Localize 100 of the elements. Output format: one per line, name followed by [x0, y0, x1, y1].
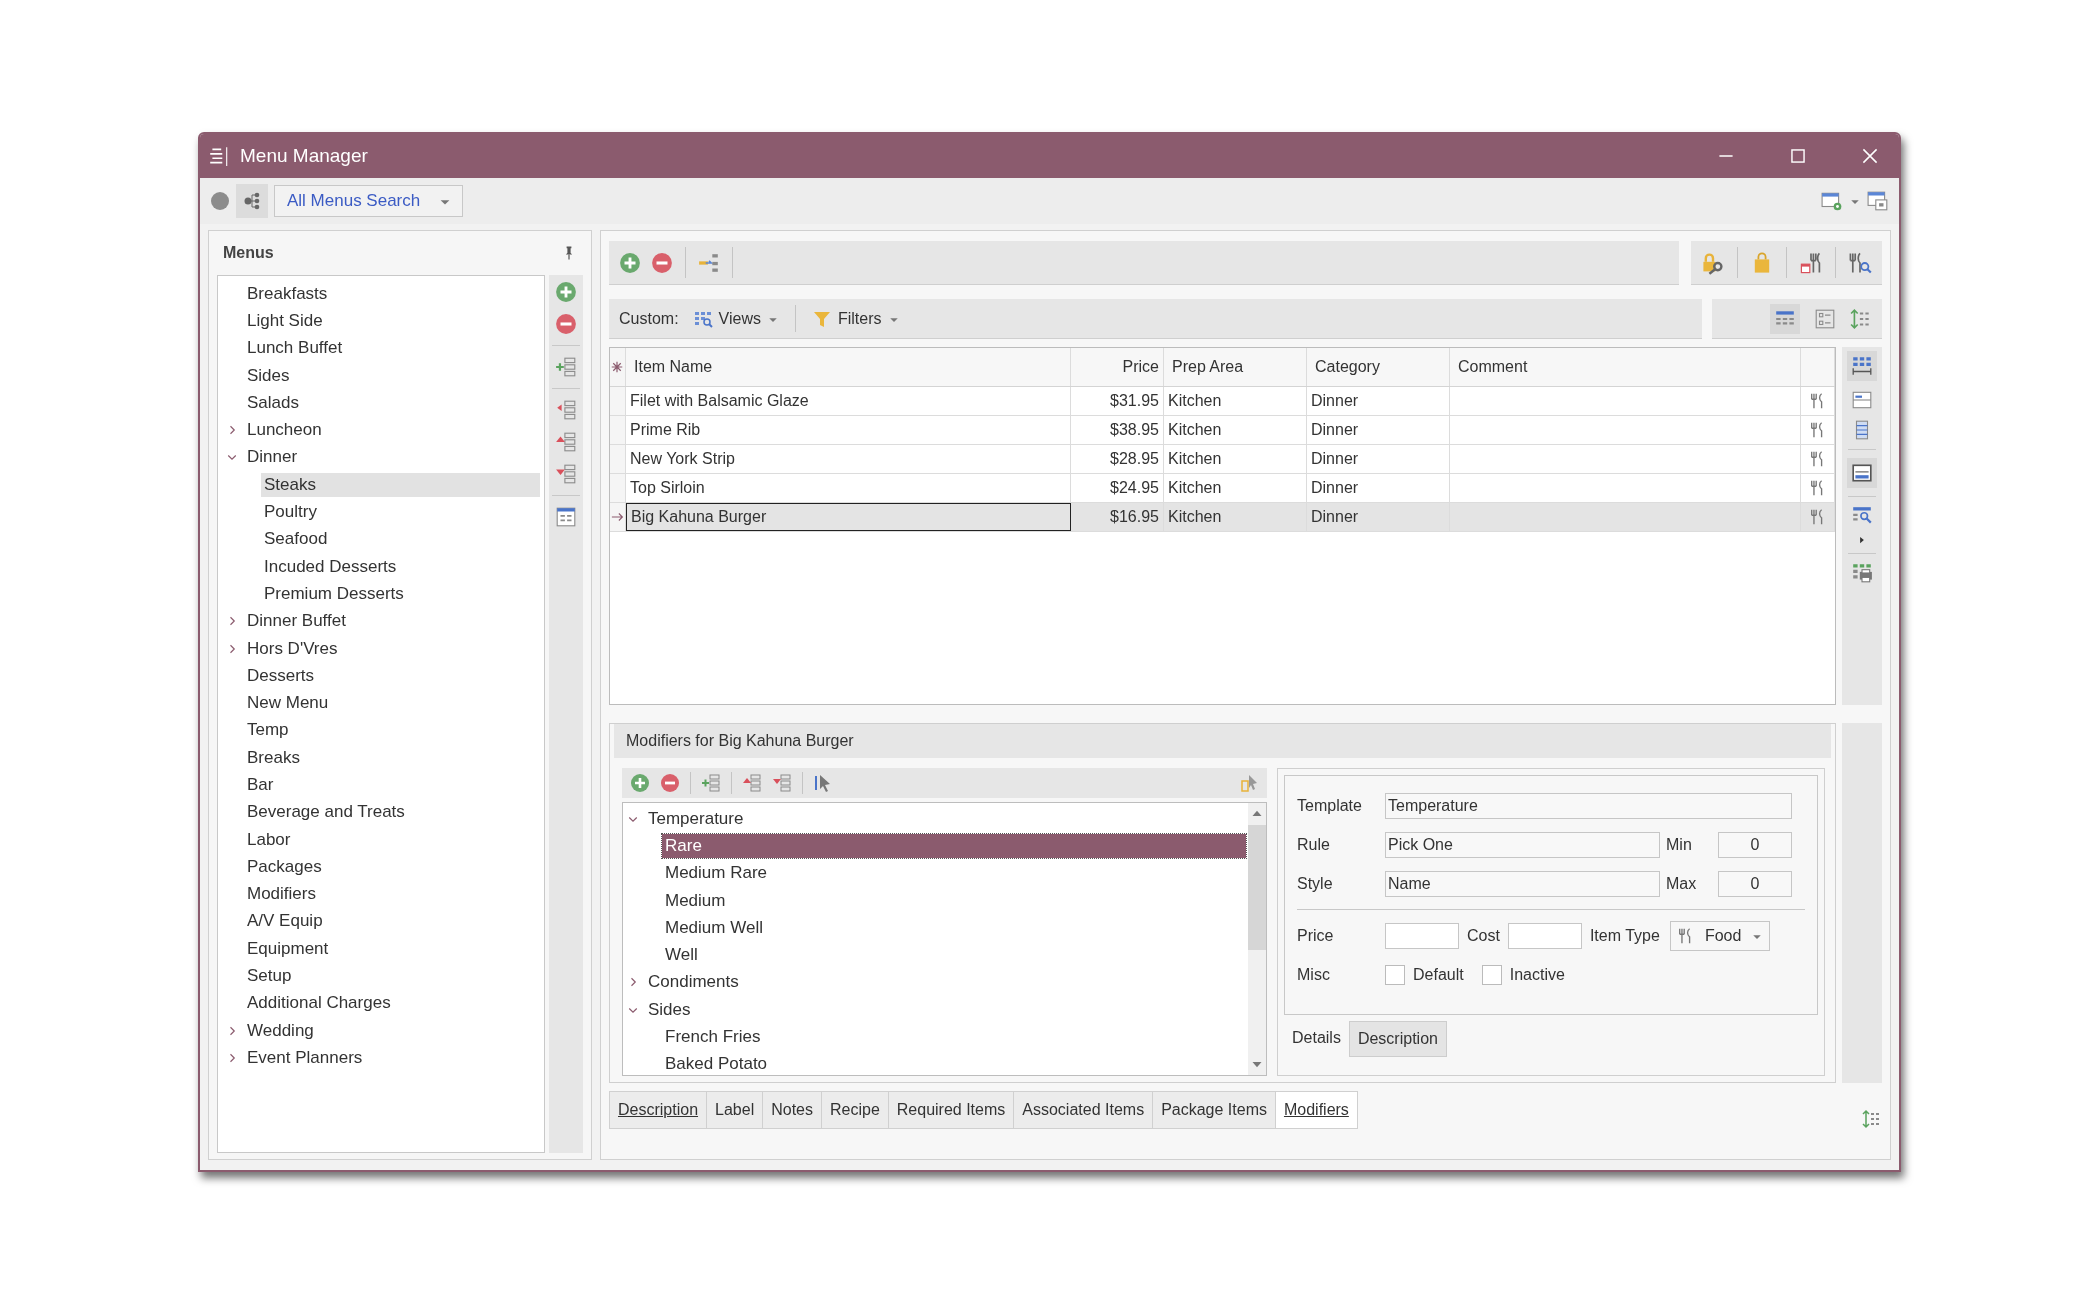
list-view-icon[interactable] — [1814, 307, 1836, 330]
menu-tree-item[interactable]: Incuded Desserts — [261, 554, 400, 579]
sort-pointer-icon[interactable] — [1239, 773, 1259, 793]
modifier-tree-item[interactable]: Baked Potato — [662, 1052, 771, 1075]
menu-tree-item[interactable]: Modifiers — [244, 882, 319, 907]
menu-tree-item[interactable]: Dinner — [244, 445, 301, 470]
menu-tree-item[interactable]: Equipment — [244, 936, 332, 961]
modifier-tree-item[interactable]: French Fries — [662, 1025, 764, 1049]
remove-icon[interactable] — [651, 251, 673, 274]
filters-button[interactable]: Filters — [807, 306, 904, 331]
remove-icon[interactable] — [660, 773, 680, 793]
tab[interactable]: Recipe — [822, 1091, 889, 1129]
style-field[interactable]: Name — [1385, 870, 1660, 897]
modifier-tree-item[interactable]: Rare — [662, 833, 1246, 858]
menu-tree-item[interactable]: Beverage and Treats — [244, 800, 408, 825]
sort-icon[interactable] — [1862, 1109, 1882, 1129]
max-field[interactable]: 0 — [1718, 870, 1792, 897]
modifier-tree-item[interactable]: Medium Well — [662, 915, 766, 940]
cost-field[interactable] — [1507, 922, 1582, 949]
menu-tree-item[interactable]: Dinner Buffet — [244, 609, 349, 634]
tab[interactable]: Description — [609, 1091, 708, 1129]
add-row-icon[interactable] — [701, 773, 721, 793]
window-layout-icon[interactable] — [1867, 190, 1889, 212]
grid-row[interactable]: New York Strip $28.95 Kitchen Dinner — [610, 445, 1835, 474]
menu-tree-item[interactable]: Breakfasts — [244, 281, 331, 306]
menu-tree-item[interactable]: Labor — [244, 827, 294, 852]
rule-field[interactable]: Pick One — [1385, 831, 1660, 858]
menu-tree-item[interactable]: Desserts — [244, 663, 318, 688]
menu-tree-item[interactable]: Breaks — [244, 745, 303, 770]
menu-icon[interactable] — [208, 145, 230, 167]
column-header[interactable]: Price — [1071, 348, 1164, 386]
tab[interactable]: Modifiers — [1275, 1091, 1358, 1129]
menu-tree-item[interactable]: Bar — [244, 773, 277, 797]
move-up-icon[interactable] — [555, 431, 577, 453]
template-field[interactable]: Temperature — [1385, 792, 1792, 819]
search-dropdown[interactable]: All Menus Search — [274, 185, 464, 217]
menu-tree-item[interactable]: Steaks — [261, 472, 540, 497]
modifier-tree-item[interactable]: Medium — [662, 888, 729, 913]
menu-tree-item[interactable]: Sides — [244, 363, 293, 388]
modifier-tree-item[interactable]: Condiments — [645, 970, 742, 995]
menu-tree-item[interactable]: Wedding — [244, 1018, 317, 1043]
column-header[interactable]: Category — [1307, 348, 1450, 386]
tab[interactable]: Required Items — [888, 1091, 1015, 1129]
checkbox[interactable] — [1385, 964, 1405, 985]
add-icon[interactable] — [619, 251, 641, 274]
menu-tree-item[interactable]: Lunch Buffet — [244, 336, 346, 361]
link-tree-icon[interactable] — [698, 251, 720, 274]
remove-icon[interactable] — [555, 313, 577, 335]
hierarchy-button[interactable] — [236, 184, 268, 218]
column-header[interactable]: Item Name — [626, 348, 1071, 386]
menu-tree-item[interactable]: Setup — [244, 964, 295, 989]
add-row-icon[interactable] — [555, 356, 577, 378]
menu-tree-item[interactable]: Event Planners — [244, 1045, 366, 1070]
menu-tree-item[interactable]: Premium Desserts — [261, 581, 407, 606]
tab[interactable]: Notes — [763, 1091, 822, 1129]
modifier-tree-item[interactable]: Well — [662, 943, 701, 968]
sort-icon[interactable] — [1850, 307, 1872, 330]
fork-knife-calendar-icon[interactable] — [1799, 250, 1823, 275]
column-header[interactable]: Prep Area — [1164, 348, 1307, 386]
panel-icon[interactable] — [1851, 389, 1873, 411]
menu-tree-item[interactable]: A/V Equip — [244, 909, 326, 934]
menu-tree-item[interactable]: Hors D'Vres — [244, 636, 341, 661]
tab[interactable]: Description — [1348, 1021, 1447, 1057]
price-field[interactable] — [1385, 922, 1459, 949]
item-type-dropdown[interactable]: Food — [1669, 920, 1771, 951]
form-icon[interactable] — [555, 506, 577, 528]
checkbox[interactable] — [1481, 964, 1502, 985]
min-field[interactable]: 0 — [1718, 831, 1792, 858]
modifier-tree-item[interactable]: Medium Rare — [662, 861, 771, 886]
grid-row[interactable]: Filet with Balsamic Glaze $31.95 Kitchen Dinner — [610, 387, 1835, 416]
scrollbar-thumb[interactable] — [1248, 825, 1266, 951]
add-icon[interactable] — [630, 773, 650, 793]
layout-button[interactable] — [1847, 458, 1877, 488]
fork-knife-search-icon[interactable] — [1848, 250, 1872, 275]
tab[interactable]: Associated Items — [1014, 1091, 1154, 1129]
menu-tree-item[interactable]: Additional Charges — [244, 991, 394, 1016]
column-header[interactable]: Comment — [1450, 348, 1801, 386]
move-up-icon[interactable] — [742, 773, 762, 793]
views-button[interactable]: Views — [688, 306, 783, 331]
grid-row[interactable]: Big Kahuna Burger $16.95 Kitchen Dinner — [610, 503, 1835, 532]
menu-tree-item[interactable]: New Menu — [244, 691, 332, 716]
menu-tree-item[interactable]: Temp — [244, 718, 292, 743]
move-down-icon[interactable] — [772, 773, 792, 793]
tab[interactable]: Label — [707, 1091, 764, 1129]
menu-tree-item[interactable]: Packages — [244, 854, 325, 879]
grid-row[interactable]: Prime Rib $38.95 Kitchen Dinner — [610, 416, 1835, 445]
scrollbar[interactable] — [1248, 803, 1266, 1075]
column-fit-button[interactable] — [1847, 351, 1877, 381]
outdent-icon[interactable] — [555, 399, 577, 421]
menu-tree-item[interactable]: Poultry — [261, 500, 320, 524]
move-down-icon[interactable] — [555, 463, 577, 485]
grid-view-button[interactable] — [1770, 303, 1800, 334]
modifier-tree-item[interactable]: Temperature — [645, 806, 747, 831]
add-icon[interactable] — [555, 281, 577, 303]
menu-tree-item[interactable]: Luncheon — [244, 418, 325, 443]
tab[interactable]: Package Items — [1153, 1091, 1276, 1129]
window-settings-icon[interactable] — [1821, 190, 1843, 212]
menu-tree-item[interactable]: Seafood — [261, 527, 331, 552]
lock-key-icon[interactable] — [1701, 250, 1725, 275]
menu-tree-item[interactable]: Salads — [244, 390, 302, 415]
